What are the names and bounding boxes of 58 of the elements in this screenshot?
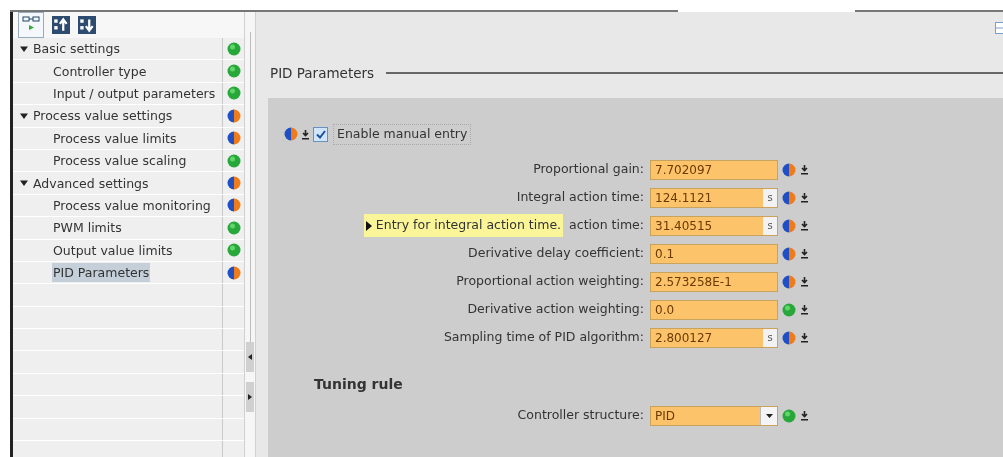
value-field[interactable]: 2.800127 s bbox=[650, 327, 778, 348]
value-field[interactable]: 7.702097 bbox=[650, 159, 778, 180]
left-arrow-icon bbox=[248, 354, 252, 360]
parameter-label: Proportional action weighting: bbox=[456, 272, 644, 291]
expand-triangle-icon[interactable] bbox=[20, 111, 28, 120]
parameter-label: Derivative delay coefficient: bbox=[468, 244, 644, 263]
parameter-label: action time: bbox=[569, 216, 644, 235]
panel-menu-icon[interactable] bbox=[995, 22, 1003, 34]
download-icon[interactable] bbox=[800, 164, 809, 176]
move-down-icon[interactable] bbox=[78, 16, 96, 34]
download-icon[interactable] bbox=[800, 220, 809, 232]
tree-item[interactable]: Controller type bbox=[52, 61, 148, 81]
expand-triangle-icon[interactable] bbox=[20, 179, 28, 188]
unit-label: s bbox=[763, 188, 777, 207]
tree-item[interactable]: Process value scaling bbox=[52, 151, 188, 171]
group-heading: Tuning rule bbox=[314, 375, 403, 392]
tree-item[interactable]: Input / output parameters bbox=[52, 83, 217, 103]
tree-item[interactable]: PID Parameters bbox=[52, 263, 151, 283]
expand-triangle-icon[interactable] bbox=[20, 44, 28, 53]
unit-label: s bbox=[763, 328, 777, 347]
tooltip-text: Entry for integral action time. bbox=[375, 216, 562, 235]
tree-item[interactable]: Process value limits bbox=[52, 128, 178, 148]
tree-item[interactable]: Process value monitoring bbox=[52, 195, 212, 215]
tree-item[interactable]: PWM limits bbox=[52, 218, 123, 238]
parameter-label: Proportional gain: bbox=[533, 160, 644, 179]
manual-entry-checkbox[interactable] bbox=[313, 126, 328, 142]
pointer-triangle-icon bbox=[365, 220, 372, 231]
download-icon[interactable] bbox=[800, 248, 809, 260]
value-field[interactable]: 0.0 bbox=[650, 299, 778, 320]
network-view-icon[interactable] bbox=[18, 12, 44, 38]
dropdown-field[interactable]: PID bbox=[650, 405, 778, 426]
expand-right-button[interactable] bbox=[246, 382, 254, 412]
download-icon[interactable] bbox=[800, 332, 809, 344]
section-title: PID Parameters bbox=[270, 63, 375, 83]
value-field[interactable]: 0.1 bbox=[650, 243, 778, 264]
right-arrow-icon bbox=[248, 394, 252, 400]
value-field[interactable]: 31.40515 s bbox=[650, 215, 778, 236]
tree-item[interactable]: Basic settings bbox=[32, 39, 121, 59]
tree-item[interactable]: Process value settings bbox=[32, 106, 174, 126]
collapse-left-button[interactable] bbox=[246, 342, 254, 372]
checkmark-icon bbox=[315, 129, 326, 139]
caret-icon bbox=[765, 413, 773, 418]
download-icon[interactable] bbox=[301, 128, 310, 140]
download-icon[interactable] bbox=[800, 410, 809, 422]
unit-label: s bbox=[763, 216, 777, 235]
parameter-label: Derivative action weighting: bbox=[467, 300, 644, 319]
download-icon[interactable] bbox=[800, 304, 809, 316]
move-up-icon[interactable] bbox=[52, 16, 70, 34]
parameter-label: Sampling time of PID algorithm: bbox=[443, 328, 644, 347]
tree-item[interactable]: Output value limits bbox=[52, 240, 174, 260]
tree-item[interactable]: Advanced settings bbox=[32, 173, 150, 193]
parameter-label: Integral action time: bbox=[516, 188, 644, 207]
download-icon[interactable] bbox=[800, 276, 809, 288]
value-field[interactable]: 124.1121 s bbox=[650, 187, 778, 208]
download-icon[interactable] bbox=[800, 192, 809, 204]
parameter-label: Controller structure: bbox=[517, 406, 644, 425]
checkbox-label: Enable manual entry bbox=[333, 124, 472, 145]
value-field[interactable]: 2.573258E-1 bbox=[650, 271, 778, 292]
